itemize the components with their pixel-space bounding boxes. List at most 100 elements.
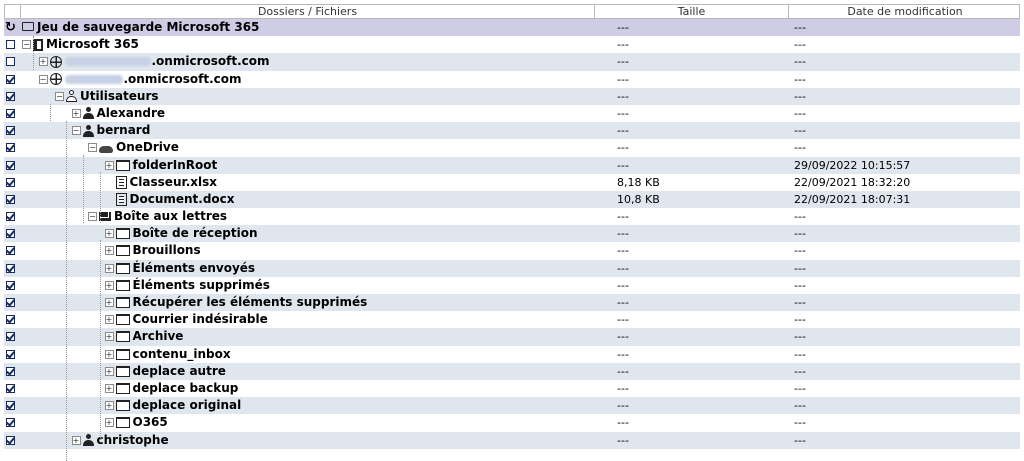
tree-node-label[interactable]: Alexandre: [97, 105, 166, 122]
tree-node-label[interactable]: Classeur.xlsx: [130, 174, 218, 191]
tree-node-label[interactable]: Éléments envoyés: [133, 260, 256, 277]
row-checkbox[interactable]: [6, 349, 15, 359]
expand-icon[interactable]: +: [104, 349, 114, 359]
row-checkbox[interactable]: [6, 435, 15, 445]
tree-node-label[interactable]: Éléments supprimés: [133, 277, 270, 294]
row-checkbox[interactable]: [6, 246, 15, 256]
collapse-icon[interactable]: −: [88, 143, 97, 153]
tree-row[interactable]: + Récupérer les éléments supprimés --- ---: [4, 294, 1020, 312]
tree-row[interactable]: + O365 --- ---: [4, 414, 1020, 431]
tree-node-label[interactable]: Utilisateurs: [80, 88, 159, 105]
tree-row[interactable]: Document.docx 10,8 KB 22/09/2021 18:07:31: [4, 190, 1020, 209]
row-checkbox[interactable]: [6, 91, 15, 101]
tree-row[interactable]: − Microsoft 365 --- ---: [4, 36, 1020, 53]
tree-node-label[interactable]: O365: [133, 414, 168, 431]
tree-row[interactable]: + Archive --- ---: [4, 328, 1020, 346]
tree-node-label[interactable]: Courrier indésirable: [133, 311, 268, 328]
expand-icon[interactable]: +: [71, 108, 81, 118]
row-checkbox[interactable]: [6, 40, 15, 50]
tree-node-label[interactable]: contenu_inbox: [133, 346, 231, 363]
row-checkbox[interactable]: [6, 74, 15, 84]
tree-node-label[interactable]: .onmicrosoft.com: [124, 71, 242, 88]
row-checkbox[interactable]: [6, 143, 15, 153]
expand-icon[interactable]: +: [104, 332, 114, 342]
row-checkbox[interactable]: [6, 366, 15, 376]
expand-icon[interactable]: +: [104, 418, 114, 428]
tree-row[interactable]: + deplace autre --- ---: [4, 362, 1020, 380]
tree-row[interactable]: − Boîte aux lettres --- ---: [4, 208, 1020, 225]
expand-icon[interactable]: +: [104, 280, 114, 290]
expand-icon[interactable]: +: [104, 315, 114, 325]
tree-node-label[interactable]: Boîte de réception: [133, 225, 258, 242]
collapse-icon[interactable]: −: [22, 40, 31, 50]
tree-row[interactable]: − .onmicrosoft.com --- ---: [4, 71, 1020, 88]
tree-row[interactable]: + christophe --- ---: [4, 431, 1020, 449]
tree-row[interactable]: + Alexandre --- ---: [4, 105, 1020, 122]
tree-row[interactable]: + deplace backup --- ---: [4, 380, 1020, 397]
tree-row[interactable]: − bernard --- ---: [4, 122, 1020, 140]
tree-row[interactable]: + Éléments envoyés --- ---: [4, 259, 1020, 277]
expand-icon[interactable]: +: [104, 229, 114, 239]
tree-row[interactable]: + folderInRoot --- 29/09/2022 10:15:57: [4, 156, 1020, 174]
refresh-icon[interactable]: ↻: [5, 19, 16, 36]
tree-row[interactable]: + deplace original --- ---: [4, 397, 1020, 415]
tree-row[interactable]: − Utilisateurs --- ---: [4, 87, 1020, 105]
expand-icon[interactable]: +: [104, 160, 114, 170]
row-checkbox[interactable]: [6, 126, 15, 136]
tree-node-label[interactable]: deplace autre: [133, 363, 226, 380]
tree-row[interactable]: − OneDrive --- ---: [4, 139, 1020, 156]
expand-icon[interactable]: +: [104, 298, 114, 307]
tree-row[interactable]: + Éléments supprimés --- ---: [4, 277, 1020, 294]
row-checkbox[interactable]: [6, 332, 15, 342]
tree-node-label[interactable]: Archive: [133, 328, 184, 345]
row-checkbox[interactable]: [6, 298, 15, 307]
row-checkbox[interactable]: [6, 160, 15, 170]
header-name[interactable]: Dossiers / Fichiers: [21, 5, 595, 18]
tree-node-label[interactable]: deplace backup: [133, 380, 239, 397]
header-date[interactable]: Date de modification: [789, 5, 1021, 18]
tree-node-label[interactable]: bernard: [97, 122, 151, 139]
expand-icon[interactable]: +: [71, 435, 81, 445]
tree-row[interactable]: + Brouillons --- ---: [4, 242, 1020, 259]
row-checkbox[interactable]: [6, 280, 15, 290]
tree-node-label[interactable]: christophe: [97, 432, 169, 449]
row-checkbox[interactable]: [6, 212, 15, 222]
row-checkbox[interactable]: [6, 194, 15, 204]
collapse-icon[interactable]: −: [71, 126, 81, 136]
expand-icon[interactable]: +: [104, 366, 114, 376]
tree-node-label[interactable]: Brouillons: [133, 242, 201, 259]
row-checkbox[interactable]: [6, 315, 15, 325]
expand-icon[interactable]: +: [104, 246, 114, 256]
row-checkbox[interactable]: [6, 57, 15, 67]
expand-icon[interactable]: +: [38, 57, 48, 67]
expand-icon[interactable]: +: [104, 383, 114, 393]
row-checkbox[interactable]: [6, 401, 15, 411]
row-checkbox[interactable]: [6, 229, 15, 239]
tree-row[interactable]: + .onmicrosoft.com --- ---: [4, 53, 1020, 71]
tree-node-label[interactable]: Boîte aux lettres: [114, 208, 227, 225]
tree-node-label[interactable]: Jeu de sauvegarde Microsoft 365: [37, 19, 259, 36]
tree-node-label[interactable]: Microsoft 365: [46, 36, 139, 53]
row-checkbox[interactable]: [6, 108, 15, 118]
tree-row[interactable]: Classeur.xlsx 8,18 KB 22/09/2021 18:32:20: [4, 174, 1020, 191]
collapse-icon[interactable]: −: [55, 91, 64, 101]
collapse-icon[interactable]: −: [88, 212, 97, 222]
expand-icon[interactable]: +: [104, 263, 114, 273]
tree-node-label[interactable]: OneDrive: [116, 139, 179, 156]
header-size[interactable]: Taille: [595, 5, 789, 18]
tree-node-label[interactable]: folderInRoot: [133, 157, 218, 174]
tree-row[interactable]: + Courrier indésirable --- ---: [4, 311, 1020, 328]
tree-row[interactable]: + contenu_inbox --- ---: [4, 346, 1020, 363]
collapse-icon[interactable]: −: [38, 74, 48, 84]
tree-node-label[interactable]: .onmicrosoft.com: [152, 53, 270, 70]
tree-node-label[interactable]: deplace original: [133, 397, 242, 414]
tree-node-label[interactable]: Récupérer les éléments supprimés: [133, 294, 368, 311]
tree-row[interactable]: ↻ Jeu de sauvegarde Microsoft 365 --- ---: [4, 19, 1020, 37]
row-checkbox[interactable]: [6, 383, 15, 393]
expand-icon[interactable]: +: [104, 401, 114, 411]
tree-row[interactable]: + Boîte de réception --- ---: [4, 225, 1020, 243]
row-checkbox[interactable]: [6, 418, 15, 428]
row-checkbox[interactable]: [6, 177, 15, 187]
row-checkbox[interactable]: [6, 263, 15, 273]
tree-node-label[interactable]: Document.docx: [130, 191, 235, 208]
